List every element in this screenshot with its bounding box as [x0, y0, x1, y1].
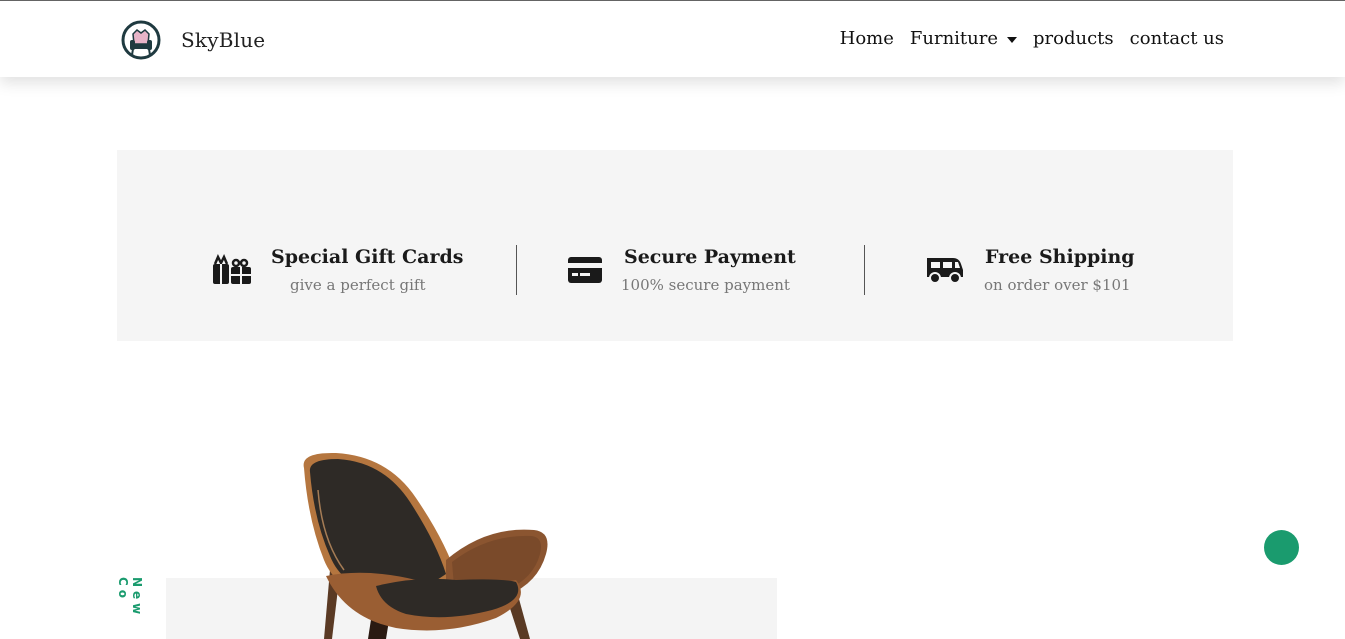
- gift-icon: [213, 254, 251, 284]
- feature-title: Free Shipping: [985, 246, 1135, 268]
- feature-title: Special Gift Cards: [271, 246, 464, 268]
- feature-free-shipping: Free Shipping on order over $101: [925, 244, 1185, 304]
- feature-title: Secure Payment: [624, 246, 796, 268]
- feature-divider: [864, 245, 865, 295]
- lounge-chair-image: [303, 452, 548, 639]
- collection-vertical-label: New Co: [116, 577, 144, 619]
- feature-divider: [516, 245, 517, 295]
- credit-card-icon: [568, 257, 602, 283]
- truck-icon: [927, 258, 963, 284]
- feature-secure-payment: Secure Payment 100% secure payment: [567, 244, 827, 304]
- brand-name[interactable]: SkyBlue: [181, 28, 265, 52]
- nav-home-link[interactable]: Home: [840, 28, 894, 49]
- scroll-to-top-button[interactable]: [1264, 530, 1299, 565]
- armchair-logo-icon[interactable]: [120, 20, 162, 60]
- feature-subtitle: give a perfect gift: [290, 276, 426, 294]
- feature-gift-cards: Special Gift Cards give a perfect gift: [212, 244, 542, 304]
- main-nav: Home Furniture products contact us: [840, 28, 1224, 49]
- nav-furniture-dropdown[interactable]: Furniture: [909, 28, 1018, 49]
- feature-subtitle: 100% secure payment: [621, 276, 790, 294]
- nav-contact-link[interactable]: contact us: [1130, 28, 1224, 49]
- feature-subtitle: on order over $101: [984, 276, 1131, 294]
- features-bar: Special Gift Cards give a perfect gift S…: [117, 150, 1233, 341]
- nav-furniture-label: Furniture: [909, 28, 999, 49]
- caret-down-icon: [1007, 36, 1018, 43]
- navbar: SkyBlue Home Furniture products contact …: [0, 1, 1345, 77]
- nav-products-link[interactable]: products: [1033, 28, 1114, 49]
